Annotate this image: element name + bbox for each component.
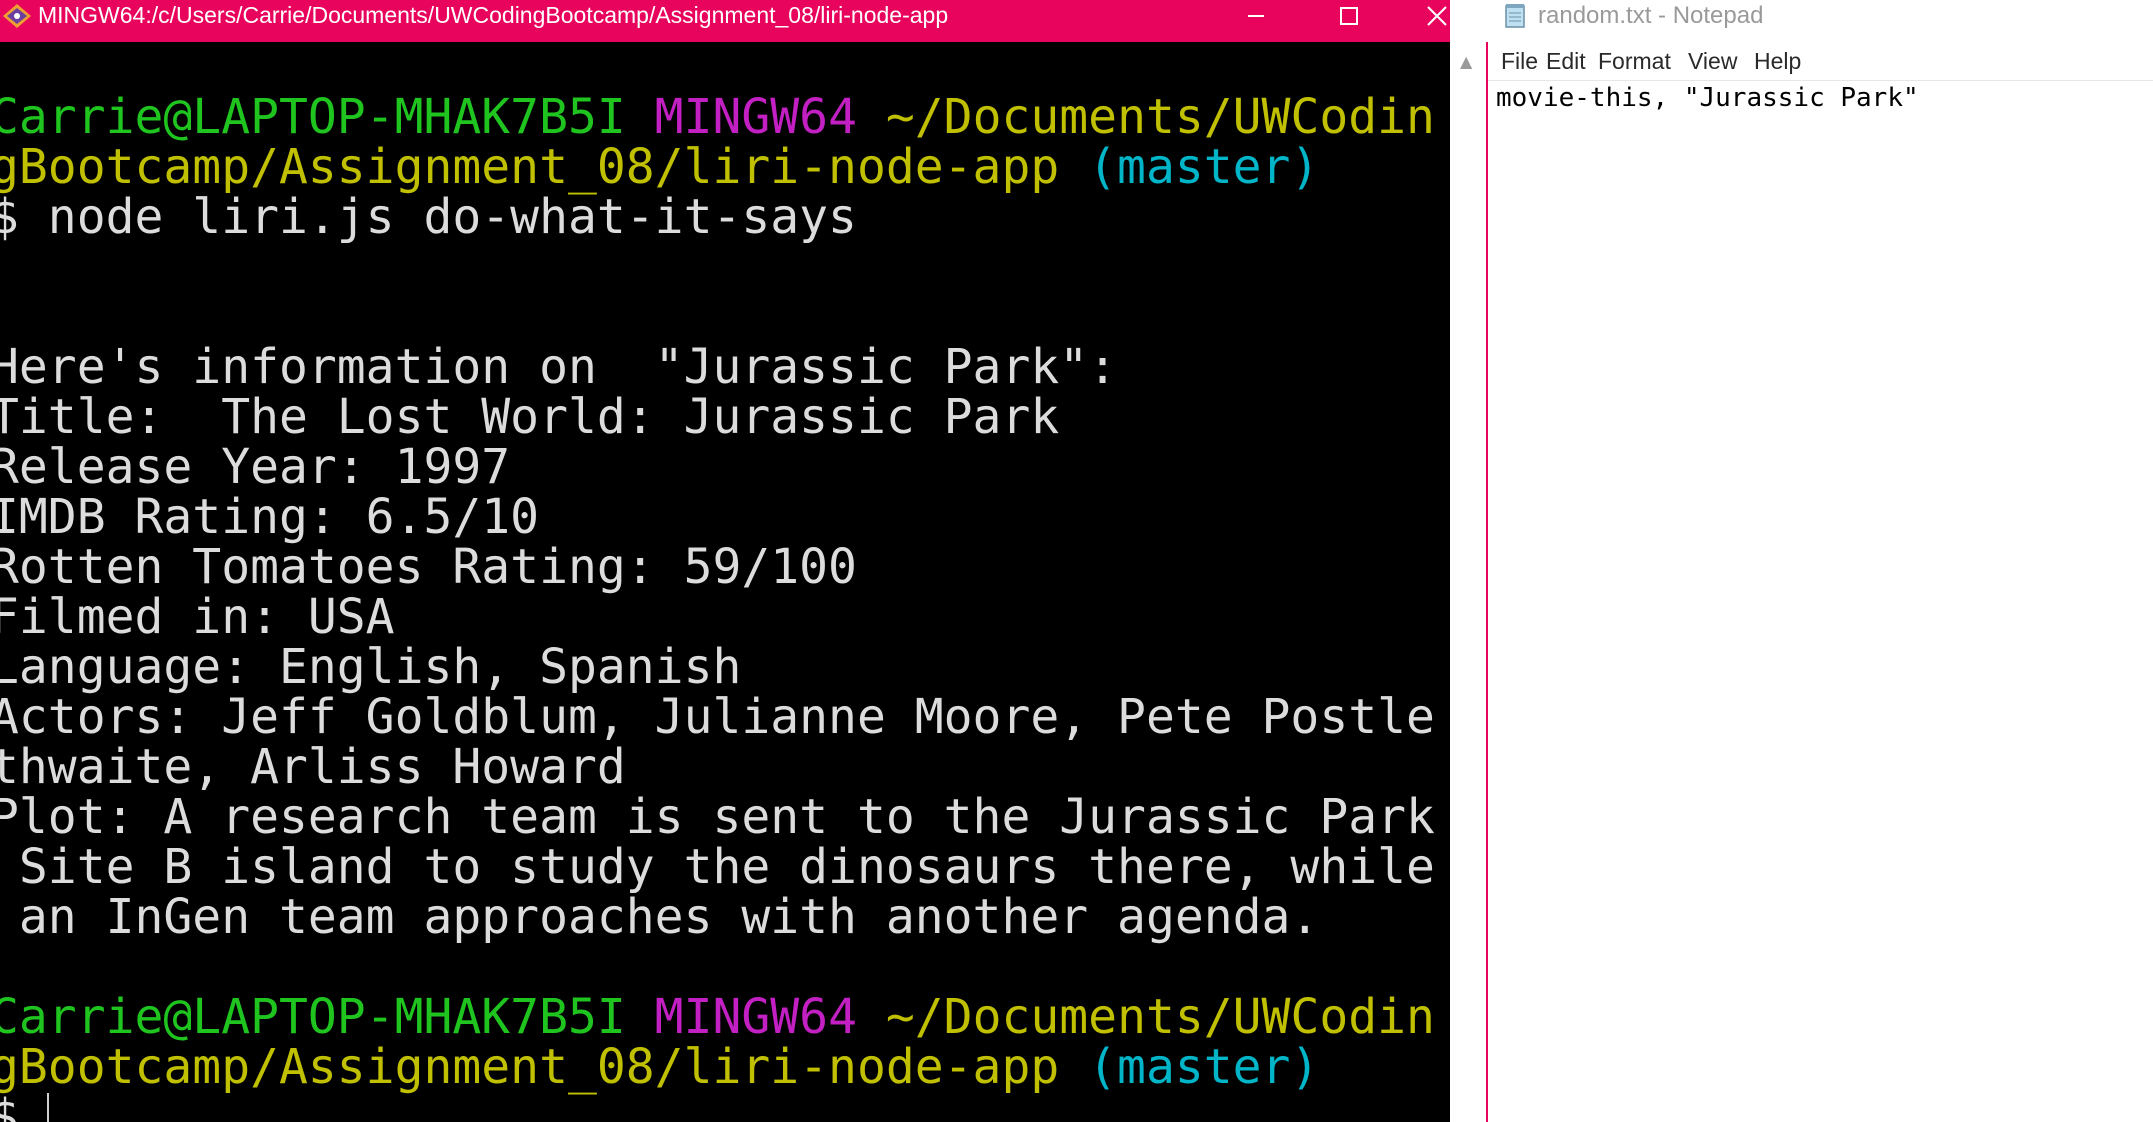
prompt-line-cont: gBootcamp/Assignment_08/liri-node-app (m…: [0, 1042, 1319, 1092]
notepad-icon: [1505, 4, 1525, 28]
output-line: thwaite, Arliss Howard: [0, 739, 626, 795]
minimize-icon: [1248, 14, 1264, 17]
prompt-line-cont: gBootcamp/Assignment_08/liri-node-app (m…: [0, 142, 1319, 192]
minimize-button[interactable]: [1223, 0, 1289, 31]
menu-view[interactable]: View: [1688, 48, 1737, 75]
terminal-window: MINGW64:/c/Users/Carrie/Documents/UWCodi…: [0, 0, 1450, 1122]
prompt-line: Carrie@LAPTOP-MHAK7B5I MINGW64 ~/Documen…: [0, 92, 1435, 142]
menu-format[interactable]: Format: [1598, 48, 1671, 75]
prompt-path-cont: gBootcamp/Assignment_08/liri-node-app: [0, 139, 1060, 195]
prompt-symbol: $: [0, 1089, 19, 1122]
git-bash-icon: [3, 4, 31, 28]
output-line: IMDB Rating: 6.5/10: [0, 489, 540, 545]
output-line: Release Year: 1997: [0, 439, 511, 495]
prompt-branch: (master): [1088, 139, 1320, 195]
maximize-icon: [1340, 6, 1358, 25]
output-line: Site B island to study the dinosaurs the…: [0, 839, 1435, 895]
output-line: Language: English, Spanish: [0, 639, 742, 695]
prompt-user-host: Carrie@LAPTOP-MHAK7B5I: [0, 89, 626, 145]
terminal-title: MINGW64:/c/Users/Carrie/Documents/UWCodi…: [38, 2, 949, 28]
output-line: Actors: Jeff Goldblum, Julianne Moore, P…: [0, 689, 1435, 745]
close-icon: [1427, 5, 1447, 26]
prompt-shell: MINGW64: [654, 989, 857, 1045]
close-button[interactable]: [1404, 0, 1450, 31]
output-line: an InGen team approaches with another ag…: [0, 889, 1320, 945]
notepad-titlebar[interactable]: random.txt - Notepad: [1488, 0, 2153, 34]
menu-file[interactable]: File: [1501, 48, 1538, 75]
output-line: Here's information on "Jurassic Park":: [0, 339, 1118, 395]
menu-help[interactable]: Help: [1754, 48, 1801, 75]
terminal-titlebar[interactable]: MINGW64:/c/Users/Carrie/Documents/UWCodi…: [0, 0, 1450, 42]
prompt-path: ~/Documents/UWCodin: [885, 89, 1435, 145]
notepad-menubar: File Edit Format View Help: [1488, 46, 2153, 80]
output-line: Plot: A research team is sent to the Jur…: [0, 789, 1435, 845]
output-line: Rotten Tomatoes Rating: 59/100: [0, 539, 857, 595]
terminal-scrollbar[interactable]: [1450, 42, 1486, 1122]
prompt-path-cont: gBootcamp/Assignment_08/liri-node-app: [0, 1039, 1060, 1095]
prompt-branch: (master): [1088, 1039, 1320, 1095]
scroll-up-arrow-icon[interactable]: ▲: [1460, 52, 1472, 71]
notepad-title: random.txt - Notepad: [1538, 2, 1764, 29]
output-line: Filmed in: USA: [0, 589, 395, 645]
notepad-editor[interactable]: movie-this, "Jurassic Park": [1496, 81, 2146, 1121]
notepad-window: random.txt - Notepad File Edit Format Vi…: [1488, 0, 2153, 1122]
maximize-button[interactable]: [1316, 0, 1382, 31]
prompt-path: ~/Documents/UWCodin: [885, 989, 1435, 1045]
prompt-shell: MINGW64: [654, 89, 857, 145]
prompt-line: Carrie@LAPTOP-MHAK7B5I MINGW64 ~/Documen…: [0, 992, 1435, 1042]
text-cursor: [47, 1093, 49, 1122]
command-line: $ node liri.js do-what-it-says: [0, 189, 857, 245]
prompt-user-host: Carrie@LAPTOP-MHAK7B5I: [0, 989, 626, 1045]
terminal-output-area[interactable]: Carrie@LAPTOP-MHAK7B5I MINGW64 ~/Documen…: [0, 42, 1450, 1122]
output-line: Title: The Lost World: Jurassic Park: [0, 389, 1060, 445]
menu-edit[interactable]: Edit: [1546, 48, 1586, 75]
